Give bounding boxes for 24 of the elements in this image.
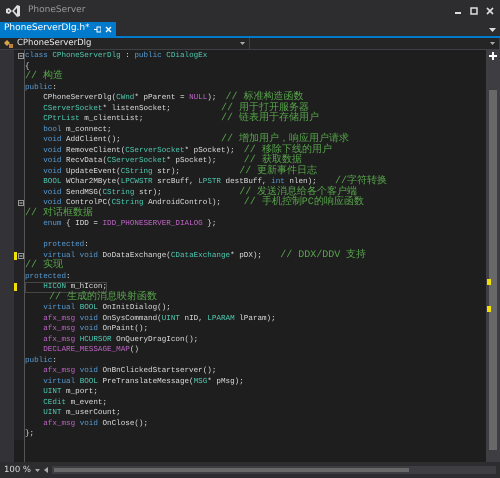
code-line: // 构造 bbox=[25, 72, 64, 82]
code-line: // 对话框数据 bbox=[25, 208, 94, 219]
caret-icon bbox=[490, 42, 495, 45]
collapse-icon[interactable] bbox=[18, 252, 24, 259]
collapse-icon[interactable] bbox=[18, 53, 24, 60]
caret-icon[interactable] bbox=[35, 468, 40, 472]
split-icon[interactable] bbox=[488, 52, 498, 60]
class-dropdown[interactable]: CPhoneServerDlg bbox=[0, 38, 250, 49]
window-title: PhoneServer bbox=[28, 4, 86, 18]
zoom-level[interactable]: 100 % bbox=[4, 464, 32, 476]
file-tab[interactable]: PhoneServerDlg.h* bbox=[0, 22, 116, 36]
close-icon[interactable] bbox=[486, 7, 494, 15]
app-logo-icon bbox=[6, 5, 20, 17]
vertical-scrollbar[interactable] bbox=[486, 50, 500, 462]
horizontal-scrollbar[interactable] bbox=[52, 466, 496, 474]
maximize-icon[interactable] bbox=[470, 7, 478, 15]
code-line: // 实现 bbox=[25, 261, 64, 272]
dropdown-arrow-icon[interactable] bbox=[489, 28, 496, 33]
class-icon bbox=[4, 40, 13, 48]
pin-icon[interactable] bbox=[94, 26, 101, 32]
caret-icon bbox=[240, 42, 245, 45]
scroll-left-icon[interactable] bbox=[44, 467, 48, 473]
code-line: // 生成的消息映射函数 bbox=[48, 292, 158, 303]
collapse-icon[interactable] bbox=[18, 200, 24, 206]
